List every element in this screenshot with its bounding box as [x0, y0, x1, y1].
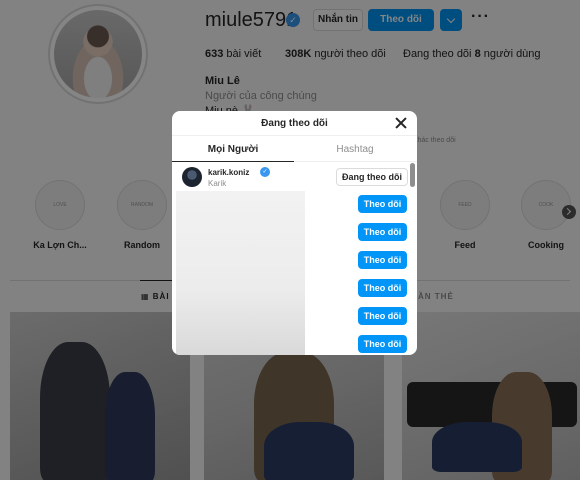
tab-active-indicator	[172, 161, 294, 162]
scrollbar[interactable]	[410, 163, 415, 187]
blurred-list-area	[176, 191, 305, 355]
tab-people[interactable]: Mọi Người	[172, 144, 294, 155]
tab-hashtag[interactable]: Hashtag	[294, 144, 416, 155]
verified-icon: ✓	[260, 167, 270, 177]
follow-button[interactable]: Theo dõi	[358, 307, 407, 325]
following-username[interactable]: karik.koniz	[208, 168, 249, 177]
dialog-header: Đang theo dõi	[172, 111, 417, 136]
follow-button[interactable]: Theo dõi	[358, 195, 407, 213]
follow-button[interactable]: Theo dõi	[358, 335, 407, 353]
following-button[interactable]: Đang theo dõi	[336, 168, 408, 186]
following-dialog: Đang theo dõi Mọi Người Hashtag karik.ko…	[172, 111, 417, 355]
follow-button[interactable]: Theo dõi	[358, 223, 407, 241]
dialog-title: Đang theo dõi	[261, 118, 328, 129]
follow-button[interactable]: Theo dõi	[358, 279, 407, 297]
avatar[interactable]	[182, 167, 202, 187]
dialog-tabs: Mọi Người Hashtag	[172, 136, 417, 162]
close-icon[interactable]	[394, 116, 408, 130]
follow-button[interactable]: Theo dõi	[358, 251, 407, 269]
following-name: Karik	[208, 179, 227, 188]
